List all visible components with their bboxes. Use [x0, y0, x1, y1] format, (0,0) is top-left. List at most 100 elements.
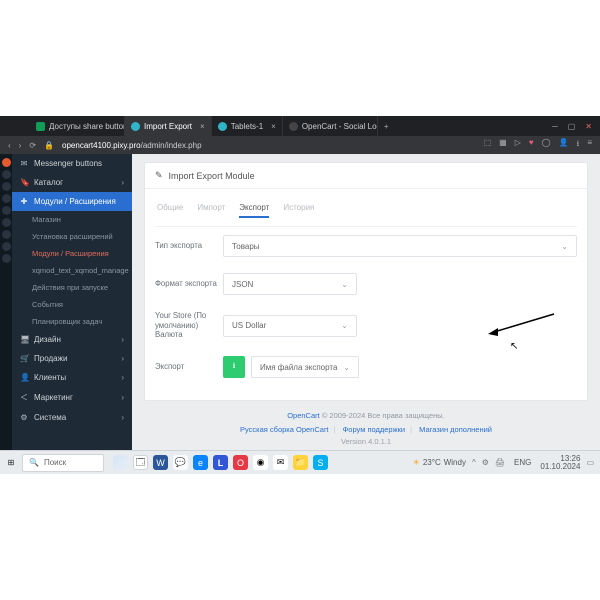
url-bar: ‹ › ⟳ 🔒 opencart4100.pixy.pro/admin/inde… — [0, 136, 600, 154]
label-export-type: Тип экспорта — [155, 241, 223, 251]
browser-tab[interactable]: Tablets-1 × — [212, 116, 283, 136]
skype-icon[interactable]: S — [313, 455, 328, 470]
chat-icon[interactable]: 💬 — [173, 455, 188, 470]
edge-icon[interactable]: e — [193, 455, 208, 470]
rail-icon[interactable] — [2, 206, 11, 215]
share-icon: ＜ — [20, 392, 28, 403]
ext-icon[interactable]: ▷ — [515, 138, 521, 152]
menu-icon[interactable]: ≡ — [587, 138, 592, 152]
sidebar-item-messenger[interactable]: ✉ Messenger buttons — [12, 154, 132, 173]
ext-icon[interactable]: ◯ — [542, 138, 551, 152]
select-store-currency[interactable]: US Dollar ⌄ — [223, 315, 357, 337]
app-icon[interactable]: 🗔 — [133, 455, 148, 470]
chevron-right-icon: › — [121, 335, 124, 344]
sidebar-item-sales[interactable]: 🛒 Продажи › — [12, 349, 132, 368]
rail-icon[interactable] — [2, 254, 11, 263]
sidebar-item-extensions[interactable]: ✚ Модули / Расширения — [12, 192, 132, 211]
rail-icon[interactable] — [2, 194, 11, 203]
chevron-down-icon: ⌄ — [341, 321, 348, 330]
ext-icon[interactable]: ▦ — [499, 138, 507, 152]
mail-icon: ✉ — [20, 159, 28, 168]
start-button[interactable]: ⊞ — [0, 451, 22, 475]
chrome-icon[interactable]: ◉ — [253, 455, 268, 470]
sun-icon: ☀ — [413, 458, 420, 467]
opera-icon[interactable] — [2, 158, 11, 167]
tab-import[interactable]: Импорт — [197, 203, 225, 218]
close-window-icon[interactable]: ✕ — [585, 122, 592, 131]
pencil-icon: ✎ — [155, 170, 163, 181]
maximize-icon[interactable]: ▢ — [568, 122, 576, 131]
chevron-right-icon: › — [121, 413, 124, 422]
cart-icon: 🛒 — [20, 354, 28, 363]
app-icon[interactable]: L — [213, 455, 228, 470]
sidebar-sub-events[interactable]: События — [12, 296, 132, 313]
sidebar-sub-startup[interactable]: Действия при запуске — [12, 279, 132, 296]
chevron-right-icon: › — [121, 178, 124, 187]
opera-icon[interactable]: O — [233, 455, 248, 470]
label-export: Экспорт — [155, 362, 223, 372]
tab-history[interactable]: История — [283, 203, 314, 218]
inner-tabs: Общие Импорт Экспорт История — [155, 197, 577, 227]
word-icon[interactable]: W — [153, 455, 168, 470]
select-export-filename[interactable]: Имя файла экспорта ⌄ — [251, 356, 359, 378]
mail-icon[interactable]: ✉ — [273, 455, 288, 470]
app-icon[interactable] — [113, 455, 128, 470]
sidebar-item-design[interactable]: 🖥 Дизайн › — [12, 330, 132, 349]
taskbar-search[interactable]: 🔍 Поиск — [22, 454, 104, 472]
footer-link-store[interactable]: Магазин дополнений — [419, 425, 492, 434]
sidebar-item-marketing[interactable]: ＜ Маркетинг › — [12, 387, 132, 408]
taskbar: ⊞ 🔍 Поиск 🗔 W 💬 e L O ◉ ✉ 📁 S ☀ 23°C Win… — [0, 450, 600, 474]
ext-icon[interactable]: ⬚ — [484, 138, 492, 152]
address-text[interactable]: opencart4100.pixy.pro/admin/index.php — [62, 141, 202, 150]
user-icon[interactable]: 👤 — [559, 138, 569, 152]
footer-link-opencart[interactable]: OpenCart — [287, 411, 320, 420]
tray-icon[interactable]: 🖨 — [495, 458, 505, 467]
tray-icon[interactable]: ⚙ — [482, 458, 489, 467]
download-button[interactable]: ⭳ — [223, 356, 245, 378]
clock[interactable]: 13:26 01.10.2024 — [540, 455, 580, 471]
rail-icon[interactable] — [2, 182, 11, 191]
tab-general[interactable]: Общие — [157, 203, 183, 218]
select-export-type[interactable]: Товары ⌄ — [223, 235, 577, 257]
weather-widget[interactable]: ☀ 23°C Windy — [413, 458, 466, 467]
new-tab-button[interactable]: + — [378, 122, 395, 131]
opera-rail — [0, 154, 12, 450]
forward-icon[interactable]: › — [19, 141, 22, 150]
heart-icon[interactable]: ♥ — [529, 138, 534, 152]
label-store-currency: Your Store (По умолчанию) Валюта — [155, 311, 223, 340]
rail-icon[interactable] — [2, 170, 11, 179]
language-indicator[interactable]: ENG — [511, 457, 534, 468]
download-icon[interactable]: ⭳ — [577, 138, 580, 152]
browser-tab[interactable]: OpenCart - Social Login (F... × — [283, 116, 378, 136]
sidebar-item-customers[interactable]: 👤 Клиенты › — [12, 368, 132, 387]
tab-export[interactable]: Экспорт — [239, 203, 269, 218]
rail-icon[interactable] — [2, 218, 11, 227]
browser-tab[interactable]: Import Export × — [125, 116, 212, 136]
sidebar-sub-xqmod[interactable]: xqmod_text_xqmod_manage — [12, 262, 132, 279]
chevron-right-icon: › — [121, 373, 124, 382]
minimize-icon[interactable]: ─ — [552, 122, 558, 131]
footer-link-ru[interactable]: Русская сборка OpenCart — [240, 425, 329, 434]
folder-icon[interactable]: 📁 — [293, 455, 308, 470]
back-icon[interactable]: ‹ — [8, 141, 11, 150]
sidebar-sub-installer[interactable]: Установка расширений — [12, 228, 132, 245]
sidebar-sub-extensions[interactable]: Модули / Расширения — [12, 245, 132, 262]
content-area: ✎ Import Export Module Общие Импорт Эксп… — [132, 154, 600, 450]
close-icon[interactable]: × — [271, 122, 276, 131]
window-controls: ─ ▢ ✕ — [552, 122, 600, 131]
chevron-down-icon: ⌄ — [561, 242, 568, 251]
rail-icon[interactable] — [2, 242, 11, 251]
sidebar-sub-cron[interactable]: Планировщик задач — [12, 313, 132, 330]
select-export-format[interactable]: JSON ⌄ — [223, 273, 357, 295]
chevron-up-icon[interactable]: ^ — [472, 458, 476, 467]
notifications-icon[interactable]: ▭ — [586, 458, 594, 467]
sidebar-sub-store[interactable]: Магазин — [12, 211, 132, 228]
close-icon[interactable]: × — [200, 122, 205, 131]
footer-link-forum[interactable]: Форум поддержки — [343, 425, 406, 434]
rail-icon[interactable] — [2, 230, 11, 239]
sidebar-item-system[interactable]: ⚙ Система › — [12, 408, 132, 427]
sidebar-item-catalog[interactable]: 🔖 Каталог › — [12, 173, 132, 192]
browser-tab[interactable]: Доступы share button - G... × — [30, 116, 125, 136]
lock-icon: 🔒 — [44, 141, 54, 150]
reload-icon[interactable]: ⟳ — [29, 141, 36, 150]
